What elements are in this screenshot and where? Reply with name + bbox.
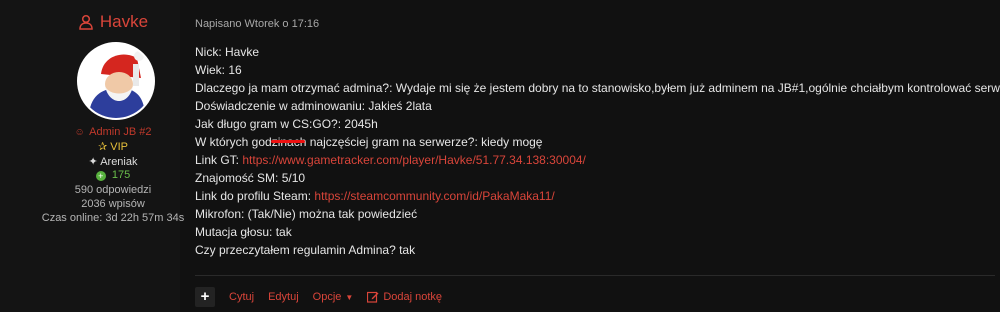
post-line-text: Wiek: 16 [195, 63, 242, 77]
user-small-icon: ☺ [74, 127, 85, 138]
post-line-text: Link GT: [195, 153, 243, 167]
edit-note-icon [367, 291, 379, 303]
multiquote-button[interactable]: + [195, 287, 215, 307]
post-line: Link GT: https://www.gametracker.com/pla… [195, 151, 985, 169]
avatar[interactable] [77, 42, 155, 120]
add-note-label: Dodaj notkę [383, 291, 443, 303]
post-line: Czy przeczytałem regulamin Admina? tak [195, 241, 985, 259]
post-line: Mikrofon: (Tak/Nie) można tak powiedzieć [195, 205, 985, 223]
edit-button[interactable]: Edytuj [268, 291, 299, 303]
post-line: W których godzinach najczęściej gram na … [195, 133, 985, 151]
post-line: Znajomość SM: 5/10 [195, 169, 985, 187]
forum-post: Havke ☺ Admin JB #2 ✰ VIP ✦ Areniak + 17… [0, 0, 1000, 312]
post-body: Nick: Havke Wiek: 16 Dlaczego ja mam otrzy… [195, 43, 1000, 259]
club-badge: ✦ Areniak [0, 155, 226, 168]
post-line-text: Czy przeczytałem regulamin Admina? tak [195, 243, 416, 257]
post-line-text: Mutacja głosu: tak [195, 225, 292, 239]
options-label: Opcje [312, 291, 342, 303]
post-line-link[interactable]: https://steamcommunity.com/id/PakaMaka11… [314, 189, 554, 203]
bird-icon: ✦ [88, 156, 98, 168]
online-time: Czas online: 3d 22h 57m 34s [41, 212, 185, 224]
post-line-text: Znajomość SM: 5/10 [195, 171, 306, 185]
vip-badge: ✰ VIP [0, 140, 226, 153]
author-rank: ☺ Admin JB #2 [0, 126, 226, 138]
star-icon: ✰ [97, 141, 108, 153]
post-line: Nick: Havke [195, 43, 985, 61]
post-actions: + Cytuj Edytuj Opcje ▼ Dodaj notkę [195, 287, 442, 307]
posts-count: 2036 wpisów [81, 198, 145, 210]
red-underline-annotation [271, 140, 305, 143]
author-panel: Havke ☺ Admin JB #2 ✰ VIP ✦ Areniak + 17… [0, 0, 184, 312]
quote-button[interactable]: Cytuj [229, 291, 254, 303]
post-line-link[interactable]: https://www.gametracker.com/player/Havke… [242, 153, 586, 167]
author-name-link[interactable]: Havke [0, 12, 226, 32]
post-line-text: Jak długo gram w CS:GO?: 2045h [195, 117, 378, 131]
post-line-text: Mikrofon: (Tak/Nie) można tak powiedzieć [195, 207, 418, 221]
vip-label: VIP [110, 141, 128, 153]
post-line: Link do profilu Steam: https://steamcomm… [195, 187, 985, 205]
reputation: + 175 [0, 169, 226, 181]
post-line: Dlaczego ja mam otrzymać admina?: Wydaje… [195, 79, 1000, 97]
post-line-text: Link do profilu Steam: [195, 189, 315, 203]
post-line-text: Doświadczenie w adminowaniu: Jakieś 2lat… [195, 99, 432, 113]
post-line-text: Nick: Havke [195, 45, 260, 59]
author-name: Havke [99, 12, 149, 31]
post-line-text: W których godzinach najczęściej gram na … [195, 135, 543, 149]
post-line: Jak długo gram w CS:GO?: 2045h [195, 115, 985, 133]
reputation-value: 175 [111, 169, 131, 181]
edit-label: Edytuj [268, 291, 299, 303]
caret-down-icon: ▼ [345, 292, 354, 302]
post-date: Napisano Wtorek o 17:16 [195, 18, 320, 30]
club-label: Areniak [100, 156, 138, 168]
post-line-text: Dlaczego ja mam otrzymać admina?: Wydaje… [195, 81, 1000, 95]
add-note-button[interactable]: Dodaj notkę [367, 291, 442, 303]
post-line: Doświadczenie w adminowaniu: Jakieś 2lat… [195, 97, 985, 115]
replies-count: 590 odpowiedzi [74, 184, 152, 196]
divider [195, 275, 995, 276]
rank-label: Admin JB #2 [89, 126, 152, 138]
options-dropdown[interactable]: Opcje ▼ [313, 291, 354, 303]
plus-circle-icon: + [95, 171, 106, 181]
post-line: Mutacja głosu: tak [195, 223, 985, 241]
quote-label: Cytuj [229, 291, 255, 303]
user-icon [78, 14, 94, 30]
post-line: Wiek: 16 [195, 61, 985, 79]
